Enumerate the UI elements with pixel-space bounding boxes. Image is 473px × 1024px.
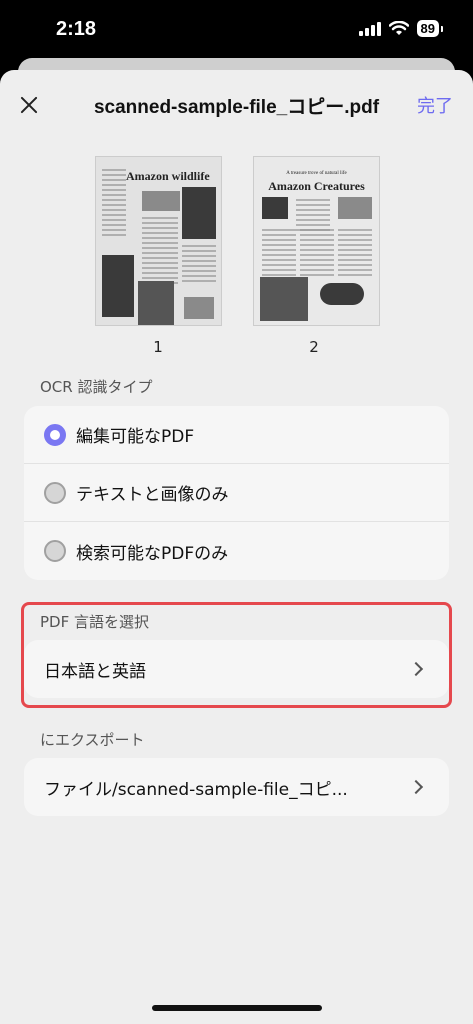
- status-icons: 89: [358, 20, 444, 37]
- language-card: 日本語と英語: [24, 640, 449, 698]
- ocr-sheet: scanned-sample-file_コピー.pdf 完了 Amazon wi…: [0, 70, 473, 1024]
- ocr-option-searchable-pdf[interactable]: 検索可能なPDFのみ: [24, 522, 449, 580]
- language-select-row[interactable]: 日本語と英語: [24, 640, 449, 698]
- export-destination-row[interactable]: ファイル/scanned-sample-file_コピ...: [24, 758, 449, 816]
- ocr-options-card: 編集可能なPDF テキストと画像のみ 検索可能なPDFのみ: [24, 406, 449, 580]
- text-column: [338, 229, 372, 279]
- thumbnail-heading: Amazon Creatures: [268, 179, 365, 193]
- language-section-label: PDF 言語を選択: [40, 613, 149, 631]
- ocr-option-label: テキストと画像のみ: [76, 485, 229, 505]
- page-number-2: 2: [309, 338, 319, 356]
- text-column: [102, 169, 126, 239]
- ocr-option-text-and-images[interactable]: テキストと画像のみ: [24, 464, 449, 522]
- radio-unselected-icon[interactable]: [44, 481, 66, 504]
- radio-selected-icon[interactable]: [44, 423, 66, 446]
- text-column: [142, 217, 178, 287]
- language-value: 日本語と英語: [44, 661, 146, 682]
- export-section-label: にエクスポート: [40, 731, 145, 749]
- thumbnail-heading: Amazon wildlife: [126, 169, 210, 183]
- radio-unselected-icon[interactable]: [44, 540, 66, 562]
- thumbnail-photo: [182, 187, 216, 239]
- battery-icon: 89: [416, 20, 444, 37]
- page-title: scanned-sample-file_コピー.pdf: [93, 97, 380, 118]
- page-thumbnail-1[interactable]: Amazon wildlife: [95, 156, 222, 326]
- home-indicator[interactable]: [152, 1005, 322, 1011]
- thumbnail-photo: [138, 281, 174, 325]
- export-card: ファイル/scanned-sample-file_コピ...: [24, 758, 449, 816]
- chevron-right-icon: [408, 661, 424, 677]
- status-time: 2:18: [56, 18, 97, 40]
- status-bar: 2:18 89: [0, 0, 473, 64]
- thumbnail-photo: [320, 283, 364, 305]
- page-thumbnail-2[interactable]: A treasure trove of natural life Amazon …: [253, 156, 380, 326]
- thumbnail-photo: [338, 197, 372, 219]
- text-column: [262, 229, 296, 279]
- thumbnail-photo: [102, 255, 134, 317]
- thumbnail-photo: [142, 191, 180, 211]
- thumbnail-photo: [184, 297, 214, 319]
- ocr-option-label: 編集可能なPDF: [76, 427, 195, 447]
- wifi-icon: [388, 21, 409, 35]
- ocr-section-label: OCR 認識タイプ: [40, 378, 153, 396]
- text-column: [182, 245, 216, 285]
- thumbnail-subheading: A treasure trove of natural life: [286, 171, 347, 176]
- chevron-right-icon: [408, 779, 424, 795]
- ocr-option-label: 検索可能なPDFのみ: [76, 543, 229, 564]
- cellular-signal-icon: [358, 21, 381, 36]
- text-column: [300, 229, 334, 279]
- thumbnail-photo: [260, 277, 308, 321]
- ocr-option-editable-pdf[interactable]: 編集可能なPDF: [24, 406, 449, 464]
- page-number-1: 1: [153, 338, 163, 356]
- done-button[interactable]: 完了: [417, 92, 453, 118]
- thumbnail-photo: [262, 197, 288, 219]
- export-value: ファイル/scanned-sample-file_コピ...: [44, 779, 348, 800]
- close-button[interactable]: [16, 92, 42, 118]
